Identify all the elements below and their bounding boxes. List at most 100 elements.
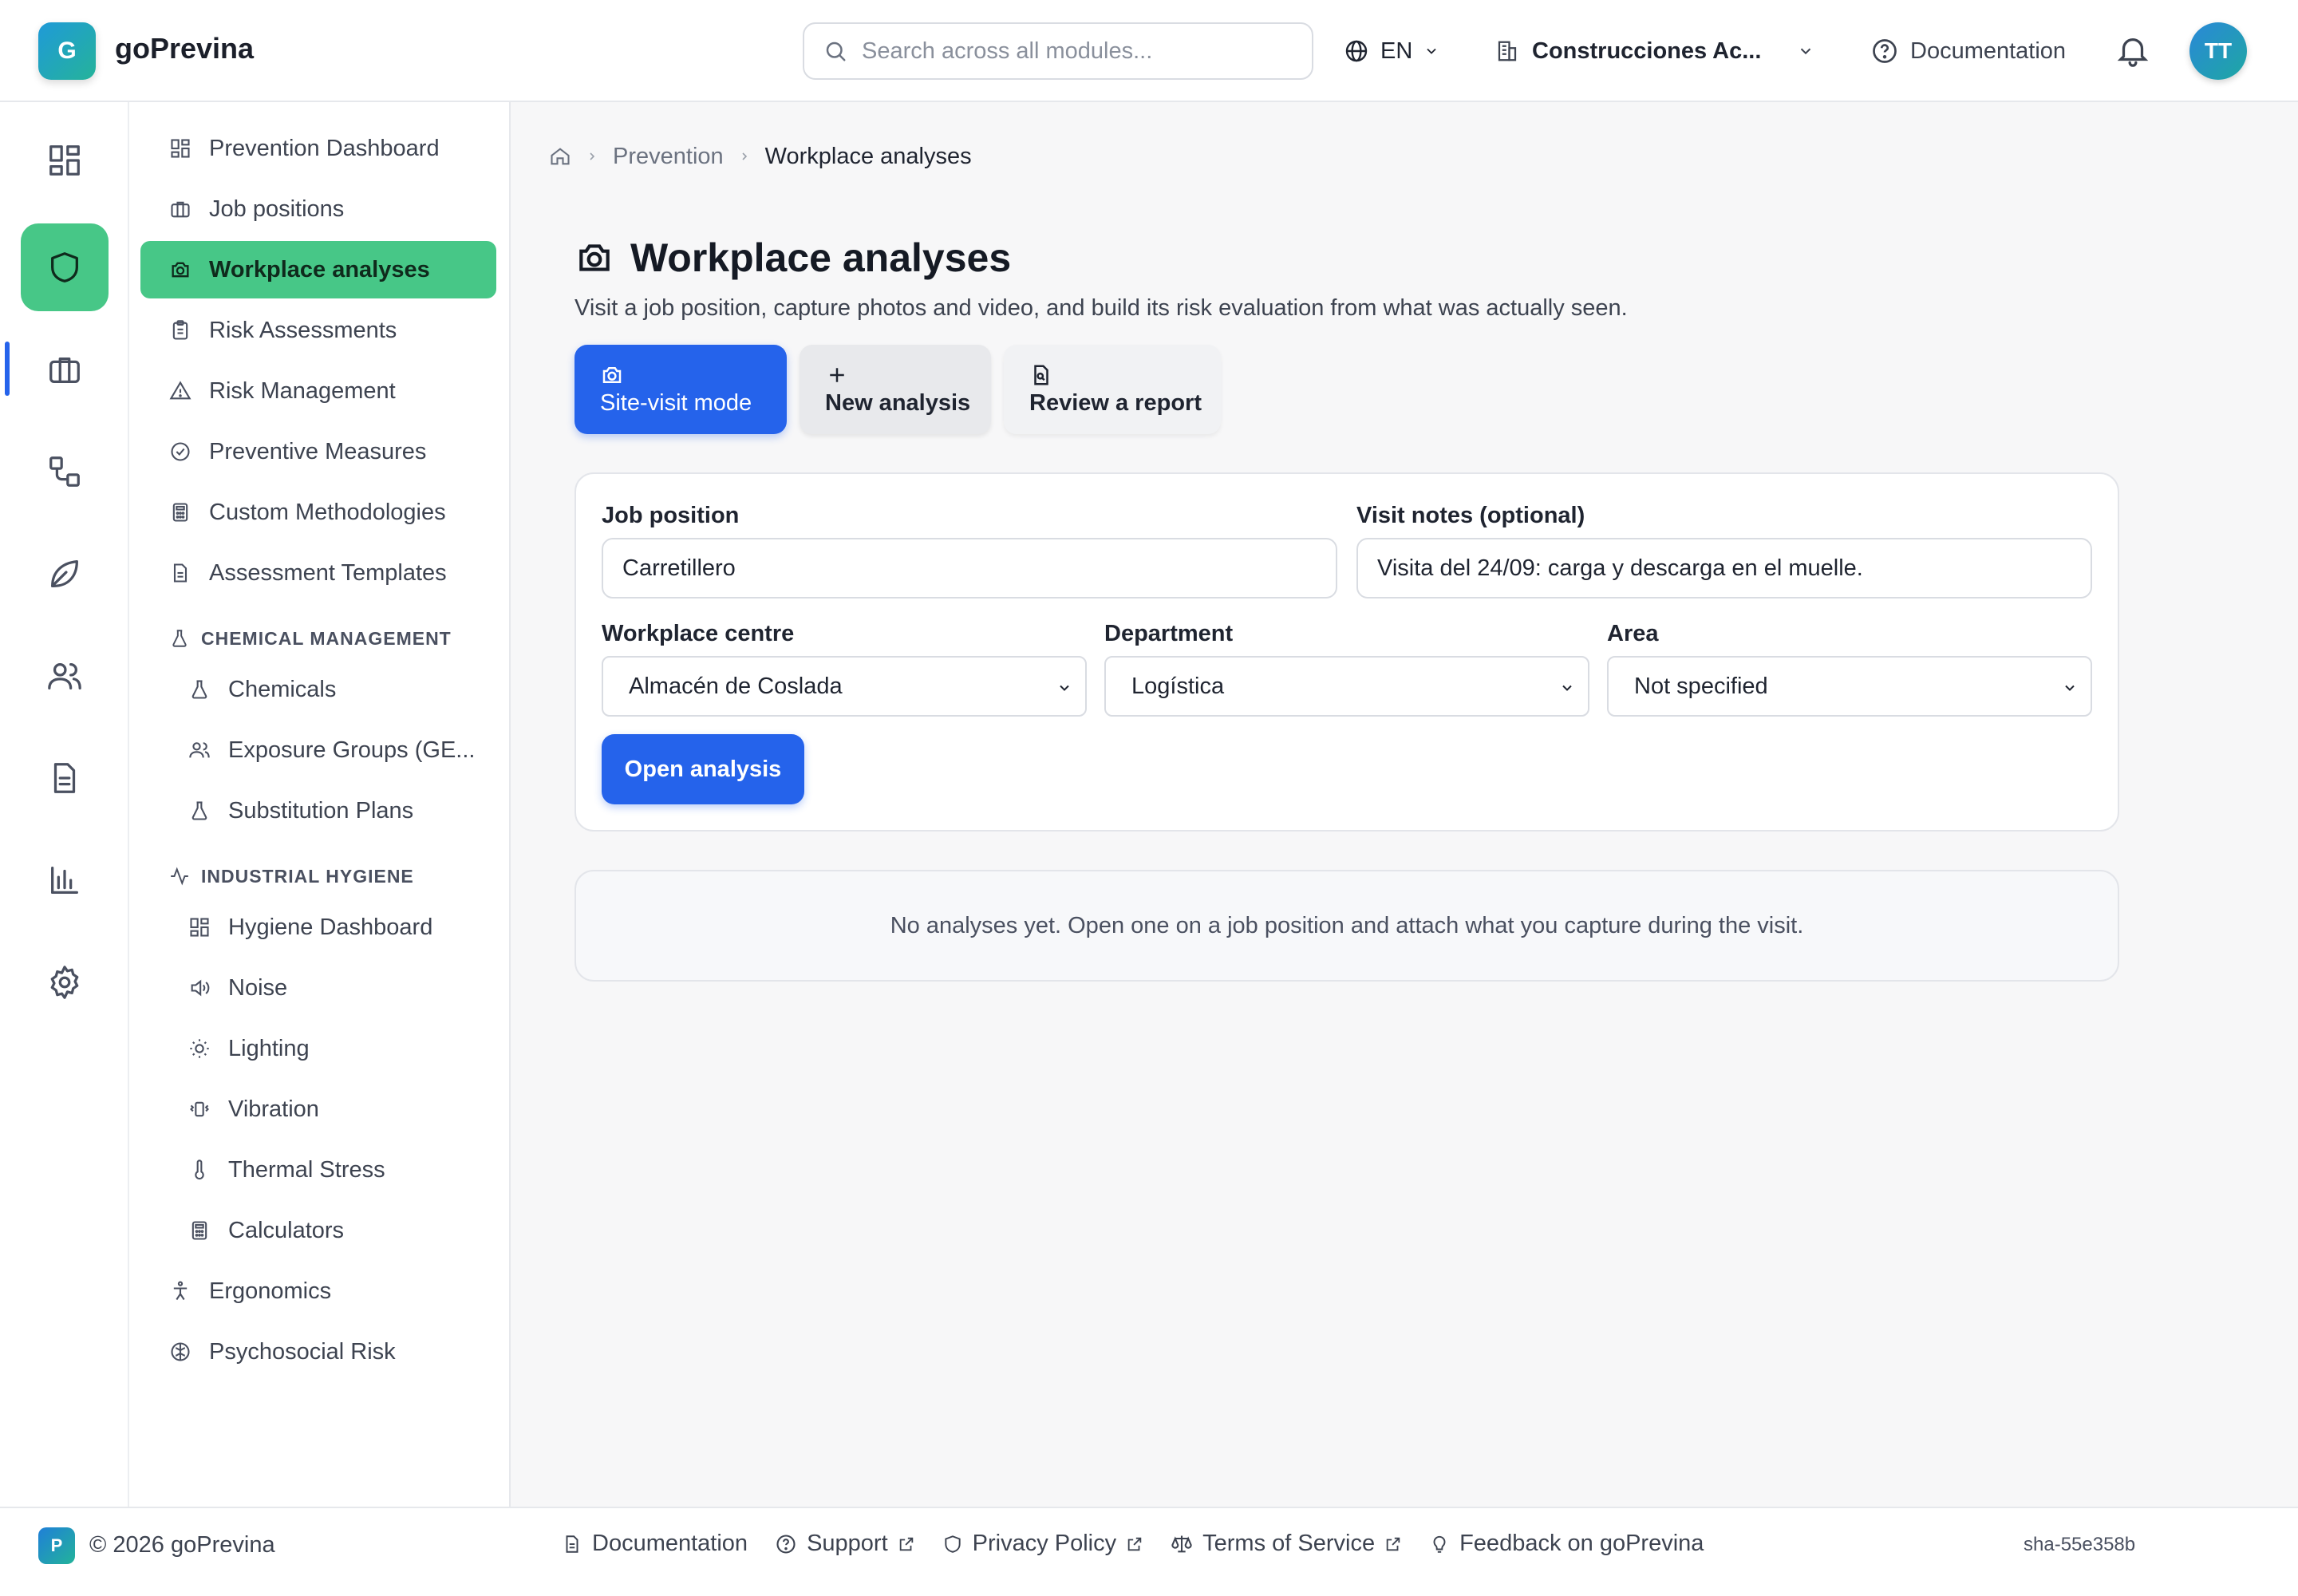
lightbulb-icon: [1429, 1534, 1450, 1555]
section-chemical-management: CHEMICAL MANAGEMENT: [140, 622, 452, 654]
user-avatar[interactable]: TT: [2189, 22, 2247, 80]
global-search[interactable]: [803, 22, 1313, 80]
sidebar-item-risk-management[interactable]: Risk Management: [140, 362, 496, 420]
company-selector[interactable]: Construcciones Ac...: [1495, 32, 1814, 70]
sidebar-item-prevention-dashboard[interactable]: Prevention Dashboard: [140, 120, 496, 177]
footer-documentation-link[interactable]: Documentation: [562, 1531, 748, 1557]
rail-settings[interactable]: [21, 938, 109, 1026]
sidebar-item-risk-assessments[interactable]: Risk Assessments: [140, 302, 496, 359]
avatar-initials: TT: [2204, 38, 2233, 63]
rail-workflows[interactable]: [21, 428, 109, 516]
sidebar-item-preventive-measures[interactable]: Preventive Measures: [140, 423, 496, 480]
chevron-right-icon: [586, 150, 598, 163]
sidebar-item-thermal-stress[interactable]: Thermal Stress: [140, 1141, 496, 1199]
briefcase-icon: [46, 351, 83, 388]
chevron-right-icon: [738, 150, 751, 163]
sidebar-item-calculators[interactable]: Calculators: [140, 1202, 496, 1259]
sidebar-item-lighting[interactable]: Lighting: [140, 1020, 496, 1077]
rail-prevention[interactable]: [21, 223, 109, 311]
app-logo-letter: G: [57, 38, 77, 64]
footer-copyright: © 2026 goPrevina: [89, 1532, 275, 1558]
sidebar-item-label: Vibration: [228, 1096, 319, 1122]
sidebar-item-label: Workplace analyses: [209, 256, 430, 282]
section-label: INDUSTRIAL HYGIENE: [201, 865, 414, 887]
sidebar-item-exposure-groups[interactable]: Exposure Groups (GE...: [140, 721, 496, 779]
footer-terms-link[interactable]: Terms of Service: [1171, 1531, 1402, 1557]
sidebar-item-substitution-plans[interactable]: Substitution Plans: [140, 782, 496, 839]
button-label: New analysis: [825, 389, 971, 416]
sidebar-item-label: Ergonomics: [209, 1278, 332, 1304]
camera-icon: [600, 363, 787, 387]
calculator-icon: [169, 501, 192, 523]
workplace-centre-select[interactable]: Almacén de Coslada: [602, 656, 1087, 717]
sidebar-item-noise[interactable]: Noise: [140, 959, 496, 1017]
thermometer-icon: [188, 1159, 211, 1181]
globe-icon: [1344, 38, 1369, 64]
review-report-button[interactable]: Review a report: [1004, 345, 1221, 434]
visit-notes-input[interactable]: [1356, 538, 2092, 598]
sidebar-item-psychosocial-risk[interactable]: Psychosocial Risk: [140, 1323, 496, 1381]
search-input[interactable]: [862, 38, 1293, 65]
sidebar-item-workplace-analyses[interactable]: Workplace analyses: [140, 241, 496, 298]
notifications-bell-icon[interactable]: [2114, 32, 2151, 69]
documentation-link[interactable]: Documentation: [1870, 32, 2066, 70]
sidebar-item-label: Risk Assessments: [209, 317, 397, 343]
document-icon: [46, 760, 83, 796]
rail-people[interactable]: [21, 632, 109, 720]
department-select[interactable]: Logística: [1104, 656, 1589, 717]
breadcrumb-prevention[interactable]: Prevention: [613, 144, 724, 170]
rail-reports[interactable]: [21, 836, 109, 924]
activity-icon: [169, 866, 190, 887]
plus-icon: [825, 363, 991, 387]
button-label: Open analysis: [624, 756, 782, 782]
job-position-input[interactable]: [602, 538, 1337, 598]
building-icon: [1495, 39, 1519, 63]
footer-privacy-link[interactable]: Privacy Policy: [942, 1531, 1144, 1557]
workplace-centre-label: Workplace centre: [602, 621, 795, 646]
sidebar-item-label: Lighting: [228, 1035, 310, 1061]
select-value: Logística: [1131, 673, 1225, 699]
chevron-down-icon: [1797, 42, 1814, 60]
footer-link-label: Terms of Service: [1202, 1531, 1376, 1556]
home-icon[interactable]: [549, 145, 571, 168]
rail-dashboard[interactable]: [21, 117, 109, 204]
button-label: Review a report: [1029, 389, 1202, 416]
section-label: CHEMICAL MANAGEMENT: [201, 627, 452, 649]
chevron-down-icon: [2062, 680, 2078, 696]
speaker-icon: [188, 977, 211, 999]
footer-feedback-link[interactable]: Feedback on goPrevina: [1429, 1531, 1704, 1557]
dashboard-grid-icon: [169, 137, 192, 160]
app-logo[interactable]: G: [38, 22, 96, 80]
sidebar-item-job-positions[interactable]: Job positions: [140, 180, 496, 238]
site-visit-mode-button[interactable]: Site-visit mode: [574, 345, 787, 434]
footer-links: Documentation Support Privacy Policy Ter…: [562, 1531, 1704, 1557]
sidebar-item-label: Substitution Plans: [228, 797, 414, 824]
app-name[interactable]: goPrevina: [115, 32, 254, 65]
new-analysis-button[interactable]: New analysis: [800, 345, 991, 434]
sidebar-item-label: Psychosocial Risk: [209, 1338, 396, 1365]
breadcrumb: Prevention Workplace analyses: [549, 140, 972, 172]
analysis-form-card: Job position Visit notes (optional) Work…: [574, 472, 2119, 832]
prevention-sidebar: Prevention Dashboard Job positions Workp…: [129, 102, 511, 1507]
open-analysis-button[interactable]: Open analysis: [602, 734, 804, 804]
sidebar-item-ergonomics[interactable]: Ergonomics: [140, 1262, 496, 1320]
language-selector[interactable]: EN: [1344, 32, 1439, 70]
check-circle-icon: [169, 440, 192, 463]
calculator-icon: [188, 1219, 211, 1242]
rail-environment[interactable]: [21, 530, 109, 618]
footer-support-link[interactable]: Support: [775, 1531, 915, 1557]
sidebar-item-chemicals[interactable]: Chemicals: [140, 661, 496, 718]
sidebar-item-hygiene-dashboard[interactable]: Hygiene Dashboard: [140, 899, 496, 956]
sidebar-item-custom-methodologies[interactable]: Custom Methodologies: [140, 484, 496, 541]
sidebar-item-label: Custom Methodologies: [209, 499, 446, 525]
rail-job-positions[interactable]: [21, 326, 109, 413]
build-sha: sha-55e358b: [2024, 1534, 2136, 1555]
sidebar-item-assessment-templates[interactable]: Assessment Templates: [140, 544, 496, 602]
camera-icon: [169, 259, 192, 281]
job-position-label: Job position: [602, 503, 740, 528]
area-select[interactable]: Not specified: [1607, 656, 2092, 717]
help-circle-icon: [1870, 37, 1899, 65]
rail-documents[interactable]: [21, 734, 109, 822]
sidebar-item-vibration[interactable]: Vibration: [140, 1080, 496, 1138]
clipboard-icon: [169, 319, 192, 342]
